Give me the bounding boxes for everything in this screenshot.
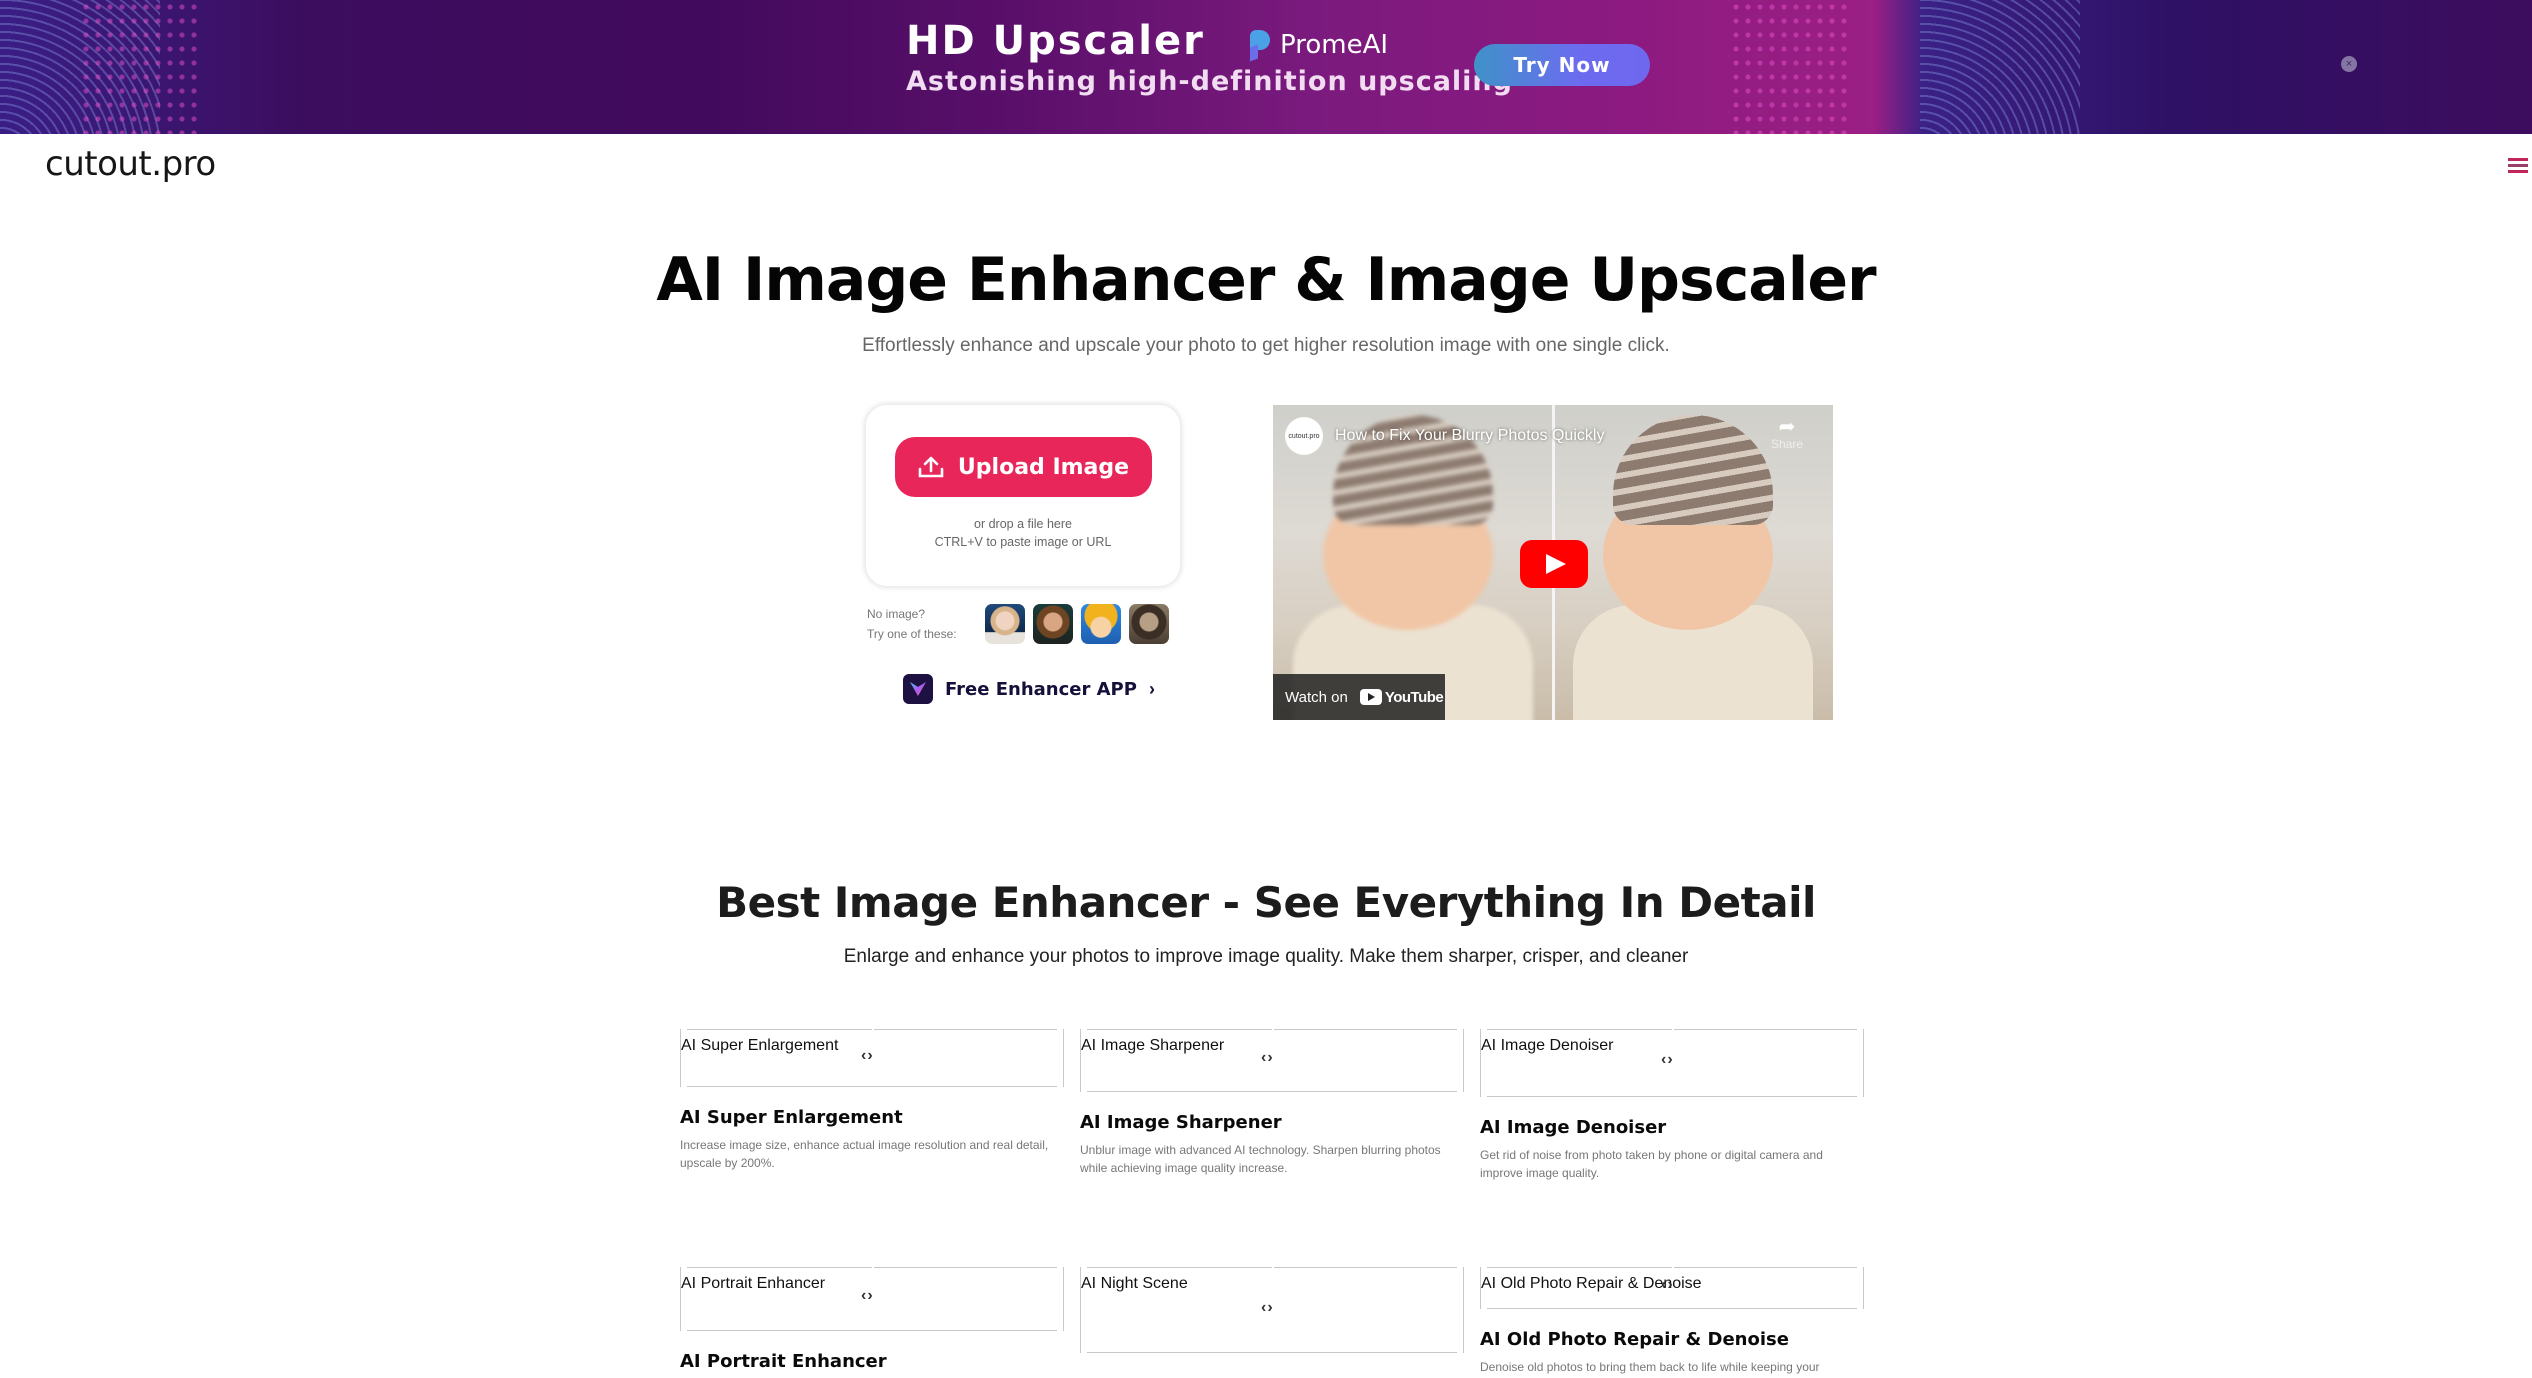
- ad-close-icon[interactable]: ×: [2341, 56, 2357, 72]
- sample-images: No image? Try one of these:: [867, 604, 1169, 644]
- youtube-wordmark: YouTube: [1384, 688, 1444, 706]
- sample-thumbnail-anime[interactable]: [1081, 604, 1121, 644]
- features-subtitle: Enlarge and enhance your photos to impro…: [843, 946, 1689, 967]
- decorative-swirl: [1920, 0, 2080, 134]
- feature-card-image-sharpener: AI Image Sharpener ‹› AI Image Sharpener…: [1080, 1029, 1464, 1177]
- ad-subtitle: Astonishing high-definition upscaling: [906, 66, 1513, 97]
- before-after-slider[interactable]: AI Image Sharpener ‹›: [1080, 1029, 1464, 1092]
- channel-avatar[interactable]: cutout.pro: [1285, 417, 1323, 455]
- slider-label: AI Portrait Enhancer: [681, 1275, 826, 1292]
- samples-label: No image? Try one of these:: [867, 604, 985, 644]
- ad-banner[interactable]: HD Upscaler Astonishing high-definition …: [0, 0, 2532, 134]
- feature-description: Unblur image with advanced AI technology…: [1080, 1143, 1441, 1175]
- ad-title: HD Upscaler: [906, 18, 1205, 64]
- feature-description: Get rid of noise from photo taken by pho…: [1480, 1148, 1823, 1180]
- chevron-right-icon: ›: [1148, 678, 1155, 699]
- feature-title: AI Portrait Enhancer: [680, 1351, 887, 1372]
- feature-title: AI Super Enlargement: [680, 1107, 903, 1128]
- free-enhancer-app-link[interactable]: Free Enhancer APP ›: [903, 674, 1155, 704]
- feature-card-image-denoiser: AI Image Denoiser ‹› AI Image Denoiser G…: [1480, 1029, 1864, 1182]
- promeai-logo-icon: [1248, 30, 1272, 60]
- drop-hint-line2: CTRL+V to paste image or URL: [934, 535, 1112, 549]
- watch-on-youtube-button[interactable]: Watch on YouTube: [1273, 674, 1445, 720]
- slider-handle-icon[interactable]: ‹›: [1261, 1299, 1274, 1317]
- feature-title: AI Image Sharpener: [1080, 1112, 1282, 1133]
- sample-thumbnail-vintage[interactable]: [1129, 604, 1169, 644]
- sample-thumbnail-girl[interactable]: [985, 604, 1025, 644]
- before-after-slider[interactable]: AI Image Denoiser ‹›: [1480, 1029, 1864, 1097]
- page-title: AI Image Enhancer & Image Upscaler: [656, 245, 1876, 315]
- feature-card-super-enlargement: AI Super Enlargement ‹› AI Super Enlarge…: [680, 1029, 1064, 1172]
- slider-handle-icon[interactable]: ‹›: [1661, 1276, 1674, 1294]
- slider-label: AI Night Scene: [1081, 1275, 1188, 1292]
- youtube-logo-icon: YouTube: [1359, 688, 1444, 706]
- before-after-slider[interactable]: AI Portrait Enhancer ‹›: [680, 1267, 1064, 1331]
- sample-thumbnail-woman[interactable]: [1033, 604, 1073, 644]
- slider-handle-icon[interactable]: ‹›: [1661, 1051, 1674, 1069]
- features-title: Best Image Enhancer - See Everything In …: [716, 878, 1816, 927]
- share-icon: ➦: [1778, 416, 1796, 438]
- drop-hint: or drop a file here CTRL+V to paste imag…: [866, 515, 1180, 551]
- samples-label-line1: No image?: [867, 607, 926, 621]
- upload-image-button[interactable]: Upload Image: [895, 437, 1152, 497]
- slider-label: AI Image Denoiser: [1481, 1037, 1614, 1054]
- page-subtitle: Effortlessly enhance and upscale your ph…: [862, 335, 1670, 356]
- slider-label: AI Super Enlargement: [681, 1037, 839, 1054]
- youtube-video-embed[interactable]: cutout.pro How to Fix Your Blurry Photos…: [1273, 405, 1833, 720]
- enhancer-app-icon: [903, 674, 933, 704]
- feature-description: Increase image size, enhance actual imag…: [680, 1138, 1049, 1170]
- ad-brand: PromeAI: [1248, 30, 1388, 60]
- hamburger-menu-icon[interactable]: [2508, 158, 2528, 174]
- feature-card-portrait-enhancer: AI Portrait Enhancer ‹› AI Portrait Enha…: [680, 1267, 1064, 1372]
- free-enhancer-app-label: Free Enhancer APP: [945, 678, 1137, 700]
- site-logo[interactable]: cutout.pro: [45, 144, 216, 184]
- play-icon[interactable]: [1520, 540, 1588, 588]
- slider-label: AI Image Sharpener: [1081, 1037, 1225, 1054]
- video-title[interactable]: How to Fix Your Blurry Photos Quickly: [1335, 427, 1604, 445]
- upload-icon: [918, 456, 944, 478]
- watch-on-label: Watch on: [1285, 688, 1348, 706]
- feature-card-night-scene: AI Night Scene ‹›: [1080, 1267, 1464, 1353]
- share-button[interactable]: ➦ Share: [1771, 417, 1803, 451]
- slider-handle-icon[interactable]: ‹›: [861, 1047, 874, 1065]
- before-after-slider[interactable]: AI Night Scene ‹›: [1080, 1267, 1464, 1353]
- samples-label-line2: Try one of these:: [867, 627, 957, 641]
- feature-title: AI Image Denoiser: [1480, 1117, 1667, 1138]
- share-label: Share: [1770, 437, 1803, 451]
- ad-try-now-button[interactable]: Try Now: [1474, 44, 1650, 86]
- feature-description: Denoise old photos to bring them back to…: [1480, 1360, 1820, 1374]
- decorative-dots: [1730, 0, 1850, 134]
- decorative-dots: [80, 0, 200, 134]
- feature-title: AI Old Photo Repair & Denoise: [1480, 1329, 1789, 1350]
- ad-brand-name: PromeAI: [1280, 30, 1389, 60]
- video-header: cutout.pro How to Fix Your Blurry Photos…: [1285, 417, 1604, 455]
- feature-card-old-photo-repair: AI Old Photo Repair & Denoise ‹› AI Old …: [1480, 1267, 1864, 1376]
- before-after-slider[interactable]: AI Super Enlargement ‹›: [680, 1029, 1064, 1087]
- before-after-slider[interactable]: AI Old Photo Repair & Denoise ‹›: [1480, 1267, 1864, 1309]
- upload-dropzone[interactable]: Upload Image or drop a file here CTRL+V …: [865, 404, 1181, 587]
- drop-hint-line1: or drop a file here: [974, 517, 1072, 531]
- slider-handle-icon[interactable]: ‹›: [861, 1287, 874, 1305]
- upload-image-label: Upload Image: [957, 454, 1130, 480]
- slider-handle-icon[interactable]: ‹›: [1261, 1049, 1274, 1067]
